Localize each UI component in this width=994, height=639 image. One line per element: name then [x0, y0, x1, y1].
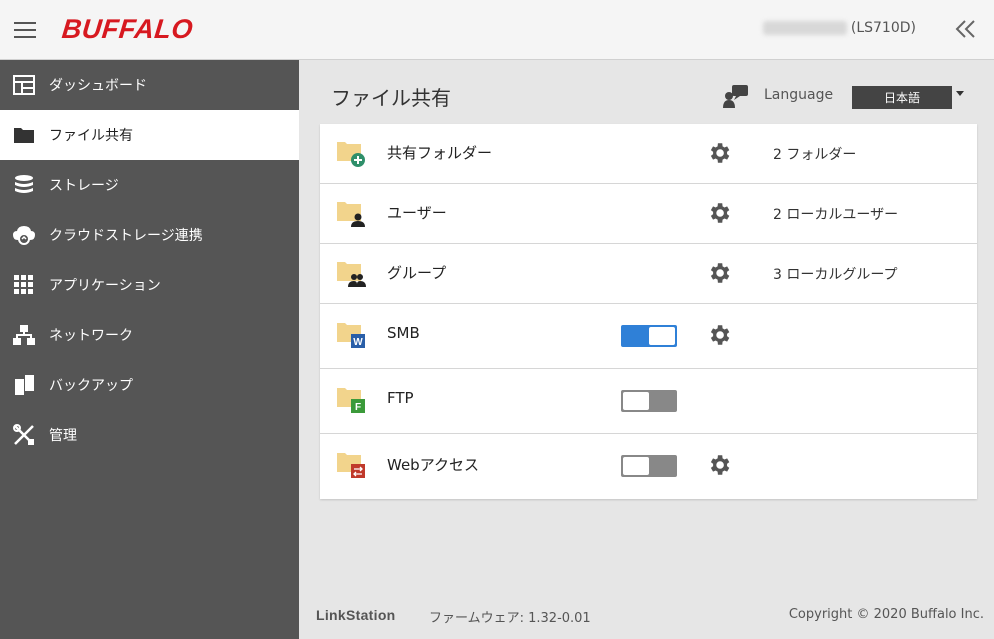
dashboard-icon [12, 73, 36, 97]
network-icon [12, 323, 36, 347]
main-content: ファイル共有 Language 日本語 共有フォルダー 2 フォルダー ユーザー [299, 60, 994, 639]
gear-icon[interactable] [706, 140, 734, 168]
sidebar-item-label: ダッシュボード [49, 78, 147, 94]
web-access-folder-icon [336, 449, 365, 478]
sidebar-item-label: バックアップ [49, 378, 133, 394]
sidebar-item-label: アプリケーション [49, 278, 161, 294]
backup-icon [12, 373, 36, 397]
sidebar-item-label: クラウドストレージ連携 [49, 228, 203, 244]
caret-down-icon[interactable] [956, 91, 964, 96]
row-summary: 3 ローカルグループ [773, 267, 898, 283]
toggle-knob [649, 327, 675, 345]
buffalo-logo: BUFFALO [60, 14, 195, 44]
svg-text:F: F [355, 402, 361, 413]
web-access-toggle[interactable] [621, 455, 677, 477]
smb-toggle[interactable] [621, 325, 677, 347]
sidebar-item-label: ファイル共有 [49, 128, 133, 144]
gear-icon[interactable] [706, 322, 734, 350]
folder-icon [12, 123, 36, 147]
sidebar-item-label: ネットワーク [49, 328, 133, 344]
row-label: 共有フォルダー [387, 144, 493, 162]
sidebar-item-applications[interactable]: アプリケーション [0, 260, 299, 310]
list-item-groups[interactable]: グループ 3 ローカルグループ [320, 244, 977, 304]
device-name: (LS710D) [762, 20, 916, 36]
cloud-sync-icon [12, 223, 36, 247]
toggle-knob [623, 457, 649, 475]
sidebar-item-storage[interactable]: ストレージ [0, 160, 299, 210]
sidebar-item-dashboard[interactable]: ダッシュボード [0, 60, 299, 110]
row-label: グループ [387, 264, 447, 282]
storage-icon [12, 173, 36, 197]
sidebar-item-file-sharing[interactable]: ファイル共有 [0, 110, 299, 160]
sidebar-item-management[interactable]: 管理 [0, 410, 299, 460]
list-item-web-access[interactable]: Webアクセス [320, 434, 977, 499]
ftp-folder-icon: F [336, 384, 365, 413]
row-summary: 2 フォルダー [773, 147, 857, 163]
sidebar-item-network[interactable]: ネットワーク [0, 310, 299, 360]
device-model: (LS710D) [850, 20, 916, 36]
device-hostname-blurred [762, 21, 847, 35]
gear-icon[interactable] [706, 200, 734, 228]
top-header: BUFFALO (LS710D) [0, 0, 994, 60]
row-label: FTP [387, 389, 414, 407]
list-item-users[interactable]: ユーザー 2 ローカルユーザー [320, 184, 977, 244]
shared-folder-add-icon [336, 138, 365, 167]
firmware-version: ファームウェア: 1.32-0.01 [429, 611, 591, 626]
row-label: ユーザー [387, 204, 447, 222]
sidebar: ダッシュボード ファイル共有 ストレージ クラウドストレージ連携 アプリケーショ… [0, 60, 299, 639]
language-select[interactable]: 日本語 [852, 86, 952, 109]
row-label: Webアクセス [387, 456, 479, 474]
ftp-toggle[interactable] [621, 390, 677, 412]
language-label: Language [764, 87, 834, 103]
list-item-smb[interactable]: W SMB [320, 304, 977, 369]
sidebar-item-label: ストレージ [49, 178, 119, 194]
file-sharing-card: 共有フォルダー 2 フォルダー ユーザー 2 ローカルユーザー グループ 3 ロ… [320, 124, 977, 499]
user-folder-icon [336, 198, 365, 227]
group-folder-icon [336, 258, 366, 287]
gear-icon[interactable] [706, 452, 734, 480]
copyright: Copyright © 2020 Buffalo Inc. [788, 607, 984, 622]
row-label: SMB [387, 324, 420, 342]
smb-folder-icon: W [336, 319, 365, 348]
toggle-knob [623, 392, 649, 410]
sidebar-item-backup[interactable]: バックアップ [0, 360, 299, 410]
sidebar-item-label: 管理 [49, 428, 77, 444]
linkstation-logo: LinkStation [316, 607, 396, 623]
list-item-ftp[interactable]: F FTP [320, 369, 977, 434]
tools-icon [12, 423, 36, 447]
speech-bubble-icon [723, 84, 749, 108]
double-chevron-left-icon[interactable] [954, 18, 978, 46]
svg-text:W: W [353, 337, 363, 348]
page-title: ファイル共有 [331, 86, 451, 110]
gear-icon[interactable] [706, 260, 734, 288]
list-item-shared-folders[interactable]: 共有フォルダー 2 フォルダー [320, 124, 977, 184]
apps-grid-icon [12, 273, 36, 297]
sidebar-item-cloud-storage[interactable]: クラウドストレージ連携 [0, 210, 299, 260]
hamburger-menu-icon[interactable] [14, 22, 36, 38]
row-summary: 2 ローカルユーザー [773, 207, 899, 223]
